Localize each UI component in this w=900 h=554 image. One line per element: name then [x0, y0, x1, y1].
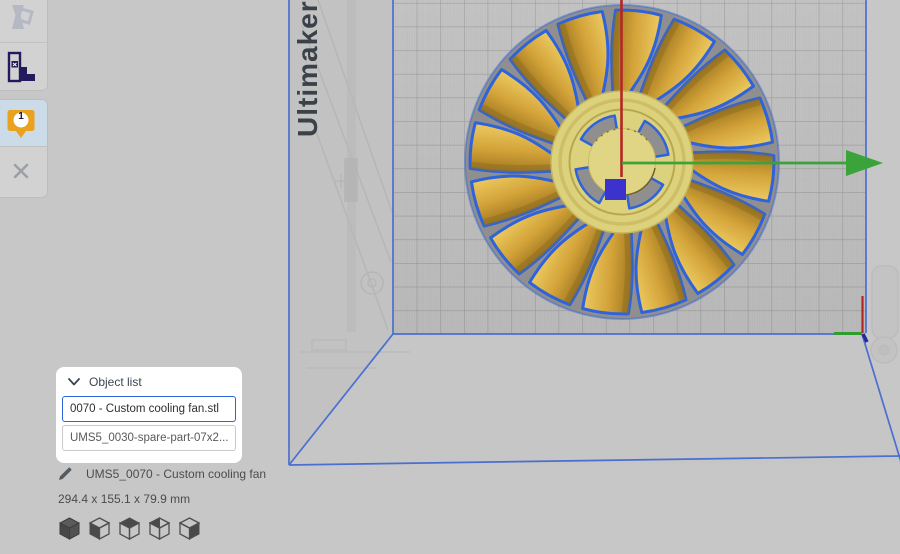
printer-brand-label: Ultimaker	[292, 0, 324, 137]
toolbar-group-bottom: 1	[0, 99, 48, 198]
view-right-button[interactable]	[178, 516, 200, 540]
rename-pencil-icon[interactable]	[58, 467, 72, 481]
view-right-icon	[179, 517, 200, 540]
per-model-settings-button[interactable]	[0, 43, 47, 90]
marker-badge: 1	[18, 112, 24, 122]
cura-window: Ultimaker 1	[0, 0, 900, 554]
close-icon	[11, 161, 31, 181]
model-dimensions: 294.4 x 155.1 x 79.9 mm	[58, 492, 266, 506]
view-left-icon	[149, 517, 170, 540]
view-front-icon	[89, 517, 110, 540]
gizmo-center-handle[interactable]	[605, 179, 626, 200]
build-plate-floor	[289, 334, 900, 465]
printer-right-part	[871, 266, 898, 363]
close-button[interactable]	[0, 147, 47, 194]
object-list-title: Object list	[89, 375, 142, 389]
per-model-settings-icon	[6, 51, 36, 83]
view-front-button[interactable]	[88, 516, 110, 540]
view-3d-icon	[59, 517, 80, 540]
object-list-item-label: 0070 - Custom cooling fan.stl	[70, 403, 219, 415]
mesh-tools-icon	[4, 1, 38, 37]
model-name: UMS5_0070 - Custom cooling fan	[86, 467, 266, 481]
object-list-header[interactable]: Object list	[62, 375, 236, 396]
object-list-item-selected[interactable]: 0070 - Custom cooling fan.stl	[62, 396, 236, 422]
camera-view-buttons	[58, 516, 200, 540]
annotation-marker-button[interactable]: 1	[0, 100, 47, 147]
object-list-item[interactable]: UMS5_0030-spare-part-07x2...	[62, 425, 236, 451]
toolbar-group-top	[0, 0, 48, 91]
view-3d-button[interactable]	[58, 516, 80, 540]
mesh-tools-button[interactable]	[0, 0, 47, 43]
view-top-button[interactable]	[118, 516, 140, 540]
object-list-item-label: UMS5_0030-spare-part-07x2...	[70, 432, 229, 444]
chevron-down-icon	[68, 378, 80, 386]
model-info: UMS5_0070 - Custom cooling fan 294.4 x 1…	[58, 467, 266, 506]
view-top-icon	[119, 517, 140, 540]
object-list-panel: Object list 0070 - Custom cooling fan.st…	[56, 367, 242, 463]
view-left-button[interactable]	[148, 516, 170, 540]
